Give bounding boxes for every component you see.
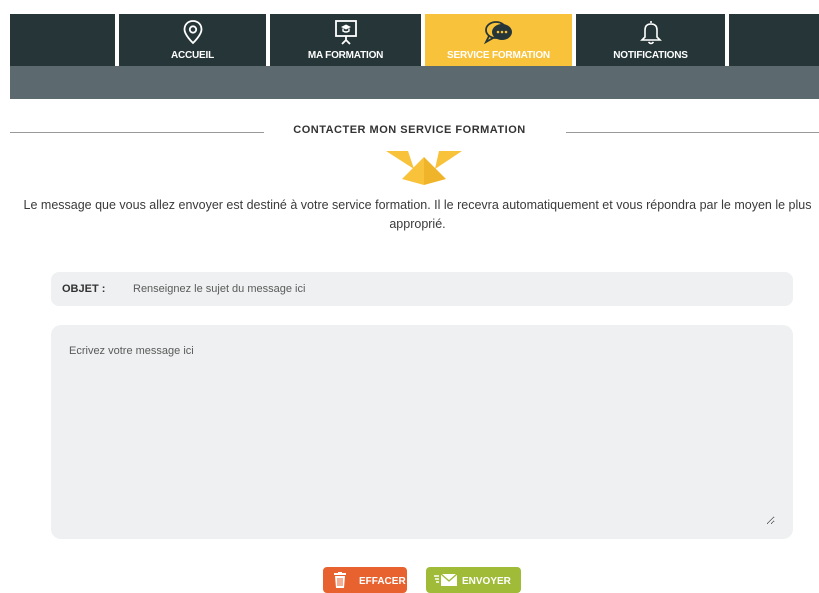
message-field	[51, 325, 793, 539]
tab-accueil[interactable]: ACCUEIL	[119, 14, 266, 66]
tab-notifications[interactable]: NOTIFICATIONS	[576, 14, 725, 66]
tab-ma-formation[interactable]: MA FORMATION	[270, 14, 421, 66]
subject-label: OBJET :	[62, 283, 106, 295]
bell-icon	[639, 21, 662, 45]
trash-icon	[334, 572, 346, 588]
main-navigation: ACCUEIL MA FORMATION SERVICE FORMATION N…	[10, 14, 819, 66]
message-textarea[interactable]	[69, 345, 775, 525]
subject-input[interactable]	[133, 278, 773, 300]
subject-field: OBJET :	[51, 272, 793, 306]
nav-separator	[725, 14, 729, 66]
fan-logo-icon	[386, 151, 462, 185]
send-mail-icon	[434, 573, 458, 586]
clear-button[interactable]: EFFACER	[323, 567, 407, 593]
tab-label: MA FORMATION	[307, 50, 384, 61]
tab-label: NOTIFICATIONS	[613, 50, 688, 61]
page-title-text: CONTACTER MON SERVICE FORMATION	[285, 124, 534, 136]
clear-button-label: EFFACER	[359, 576, 406, 587]
chat-bubbles-icon	[483, 21, 512, 45]
sub-navigation-bar	[10, 66, 819, 99]
intro-text: Le message que vous allez envoyer est de…	[23, 198, 812, 231]
tab-service-formation[interactable]: SERVICE FORMATION	[425, 14, 572, 66]
tab-label: ACCUEIL	[170, 50, 215, 61]
location-pin-icon	[183, 20, 202, 45]
send-button[interactable]: ENVOYER	[426, 567, 521, 593]
tab-label: SERVICE FORMATION	[447, 50, 550, 61]
send-button-label: ENVOYER	[462, 576, 511, 587]
page-title: CONTACTER MON SERVICE FORMATION	[0, 124, 819, 136]
presentation-board-icon	[334, 20, 357, 45]
